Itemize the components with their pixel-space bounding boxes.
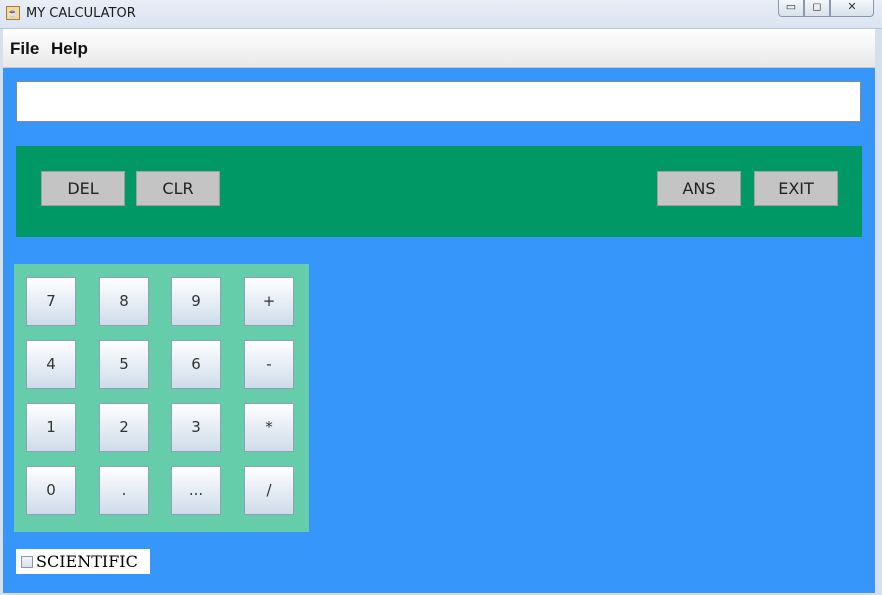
- ans-button[interactable]: ANS: [657, 171, 741, 206]
- key-4[interactable]: 4: [26, 340, 76, 389]
- key-5[interactable]: 5: [99, 340, 149, 389]
- key-divide[interactable]: /: [244, 466, 294, 515]
- scientific-label: SCIENTIFIC: [36, 552, 138, 571]
- window-title: MY CALCULATOR: [26, 6, 136, 21]
- key-8[interactable]: 8: [99, 277, 149, 326]
- scientific-checkbox[interactable]: [21, 555, 33, 568]
- key-multiply[interactable]: *: [244, 403, 294, 452]
- java-cup-icon: ☕: [6, 6, 20, 20]
- display-field[interactable]: [16, 81, 861, 122]
- restore-button[interactable]: ◻: [804, 0, 830, 17]
- close-button[interactable]: ✕: [830, 0, 874, 17]
- menu-help[interactable]: Help: [51, 39, 88, 59]
- scientific-toggle[interactable]: SCIENTIFIC: [16, 549, 150, 574]
- key-decimal[interactable]: .: [99, 466, 149, 515]
- key-minus[interactable]: -: [244, 340, 294, 389]
- minimize-button[interactable]: ▭: [778, 0, 804, 17]
- menu-bar: File Help: [3, 29, 875, 68]
- key-0[interactable]: 0: [26, 466, 76, 515]
- del-button[interactable]: DEL: [41, 171, 125, 206]
- control-panel: DEL CLR ANS EXIT: [16, 146, 862, 237]
- title-bar: ☕ MY CALCULATOR ▭ ◻ ✕: [0, 0, 882, 29]
- keypad-panel: 7 8 9 + 4 5 6 - 1 2 3 * 0 . ... /: [14, 264, 309, 532]
- key-7[interactable]: 7: [26, 277, 76, 326]
- exit-button[interactable]: EXIT: [754, 171, 838, 206]
- key-1[interactable]: 1: [26, 403, 76, 452]
- key-ellipsis[interactable]: ...: [171, 466, 221, 515]
- key-6[interactable]: 6: [171, 340, 221, 389]
- clr-button[interactable]: CLR: [136, 171, 220, 206]
- key-9[interactable]: 9: [171, 277, 221, 326]
- window-controls: ▭ ◻ ✕: [778, 0, 874, 20]
- key-plus[interactable]: +: [244, 277, 294, 326]
- menu-file[interactable]: File: [10, 39, 39, 59]
- calculator-body: DEL CLR ANS EXIT 7 8 9 + 4 5 6 - 1 2 3 *…: [3, 68, 875, 593]
- key-2[interactable]: 2: [99, 403, 149, 452]
- key-3[interactable]: 3: [171, 403, 221, 452]
